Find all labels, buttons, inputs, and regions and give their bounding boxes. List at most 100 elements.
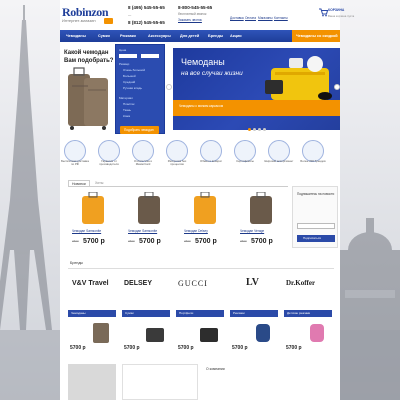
top-link-delivery[interactable]: Доставка — [230, 16, 244, 20]
filter-price-label: Цена — [119, 48, 127, 52]
subscribe-button-label: Подписаться — [303, 236, 321, 240]
size-option-carryon[interactable]: Ручная кладь — [123, 87, 142, 90]
brands-divider — [68, 268, 334, 269]
material-leather[interactable]: Кожа — [123, 115, 130, 118]
feature-brands-label: Более 200 брендов — [300, 159, 326, 163]
category-header-backpacks[interactable]: Рюкзаки — [230, 310, 278, 317]
brand-dr-koffer[interactable]: Dr.Koffer — [286, 280, 315, 287]
category-image — [310, 324, 324, 342]
product-price: 5700 р — [195, 238, 217, 245]
category-title: Сумки — [125, 311, 134, 315]
tab-hits-label: Хиты — [95, 180, 104, 185]
feature-delivery-label: Бесплатная доставка по РФ — [61, 159, 89, 167]
product-name[interactable]: Чемодан Samsonite — [128, 229, 157, 233]
banner-next-arrow[interactable] — [334, 84, 340, 90]
banner-dot-4[interactable] — [263, 128, 266, 131]
cart-widget[interactable]: КОРЗИНА Ваша корзина пуста — [318, 7, 354, 23]
feature-exchange-label: Обмен и возврат — [200, 159, 222, 163]
product-image — [250, 192, 272, 224]
callback-link[interactable]: Заказать звонок — [178, 18, 202, 22]
category-title: Портфели — [179, 311, 194, 315]
banner-dot-1[interactable] — [248, 128, 251, 131]
logo[interactable]: Robinzon — [62, 6, 109, 18]
top-link-payment[interactable]: Оплата — [245, 16, 256, 20]
banner-promo-strip[interactable]: Чемоданы с мягким каркасом — [173, 100, 340, 116]
brand-lv[interactable]: LV — [246, 278, 259, 288]
phone-moscow: 8 (495) 545-55-65 — [128, 5, 165, 10]
pick-suitcase-button[interactable]: Подобрать чемодан — [120, 126, 159, 134]
product-old-price: 7800 — [128, 239, 135, 243]
feature-payment-label: Оплата Visa и MasterCard — [133, 159, 153, 167]
product-card[interactable]: Чемодан Samsonite 7800 5700 р — [126, 186, 174, 252]
category-title: Рюкзаки — [233, 311, 245, 315]
feature-range-label: Широкий ассортимент — [264, 159, 294, 163]
logo-badge — [104, 18, 113, 24]
nav-sale-label: Чемоданы со скидкой — [296, 34, 338, 38]
price-to-input[interactable] — [141, 54, 159, 58]
nav-brands[interactable]: Бренды — [208, 34, 223, 38]
banner-prev-arrow[interactable] — [166, 84, 172, 90]
category-header-suitcases[interactable]: Чемоданы — [68, 310, 116, 317]
cart-status: Ваша корзина пуста — [328, 14, 355, 18]
category-price: 5700 р — [286, 345, 302, 351]
size-option-m[interactable]: Средний — [123, 81, 135, 84]
size-option-xl[interactable]: Очень большой — [123, 69, 145, 72]
category-price: 5700 р — [70, 345, 86, 351]
product-old-price: 7800 — [72, 239, 79, 243]
brand-vv-travel[interactable]: V&V Travel — [72, 280, 109, 287]
banner-title: Чемоданы — [181, 57, 225, 67]
nav-suitcases[interactable]: Чемоданы — [66, 34, 86, 38]
product-name[interactable]: Чемодан Delsey — [184, 229, 208, 233]
filter-material-label: Материал — [119, 96, 133, 100]
cart-icon — [319, 8, 328, 17]
subscribe-email-input[interactable] — [297, 223, 335, 229]
brand-delsey[interactable]: DELSEY — [124, 280, 152, 287]
brands-title: Бренды — [70, 261, 84, 265]
price-from-input[interactable] — [119, 54, 137, 58]
bottom-panel — [122, 364, 198, 400]
category-header-briefcases[interactable]: Портфели — [176, 310, 224, 317]
nav-sale[interactable]: Акции — [230, 34, 242, 38]
size-option-l[interactable]: Большой — [123, 75, 136, 78]
material-fabric[interactable]: Ткань — [123, 109, 131, 112]
banner-dot-3[interactable] — [258, 128, 261, 131]
feature-installment-label: Рассрочка без процентов — [167, 159, 187, 167]
category-image — [256, 324, 270, 342]
brand-gucci[interactable]: GUCCI — [178, 280, 208, 288]
product-image — [82, 192, 104, 224]
top-link-stores[interactable]: Магазины — [258, 16, 273, 20]
product-old-price: 7800 — [240, 239, 247, 243]
nav-kids[interactable]: Для детей — [180, 34, 199, 38]
category-header-kids[interactable]: Детские рюкзаки — [284, 310, 332, 317]
product-card[interactable]: Чемодан Verage 7800 5700 р — [238, 186, 286, 252]
product-price: 5700 р — [83, 238, 105, 245]
category-image — [200, 328, 218, 342]
material-plastic[interactable]: Пластик — [123, 103, 134, 106]
about-title: О компании — [206, 367, 225, 371]
nav-backpacks[interactable]: Рюкзаки — [120, 34, 136, 38]
banner-dot-2[interactable] — [253, 128, 256, 131]
category-title: Детские рюкзаки — [287, 311, 311, 315]
nav-bags[interactable]: Сумки — [98, 34, 110, 38]
category-row: Чемоданы Сумки Портфели Рюкзаки Детские … — [68, 310, 340, 356]
nav-sale-highlight[interactable]: Чемоданы со скидкой — [292, 30, 340, 42]
product-name[interactable]: Чемодан Verage — [240, 229, 264, 233]
phone-free: 8-800-545-55-65 — [178, 5, 213, 10]
product-old-price: 7800 — [184, 239, 191, 243]
top-link-contacts[interactable]: Контакты — [274, 16, 288, 20]
cart-label: КОРЗИНА — [328, 8, 345, 12]
picker-title-1: Какой чемодан — [64, 50, 109, 56]
phone-note: — — [128, 13, 132, 17]
picker-title-2: Вам подобрать? — [64, 58, 114, 64]
product-name[interactable]: Чемодан Samsonite — [72, 229, 101, 233]
product-price: 5700 р — [139, 238, 161, 245]
category-header-bags[interactable]: Сумки — [122, 310, 170, 317]
hero-banner[interactable]: Чемоданы на все случаи жизни — [173, 48, 340, 130]
subscribe-button[interactable]: Подписаться — [297, 235, 335, 242]
nav-accessories[interactable]: Аксессуары — [148, 34, 171, 38]
banner-luggage-image — [265, 56, 332, 100]
product-card[interactable]: Чемодан Samsonite 7800 5700 р — [70, 186, 118, 252]
product-card[interactable]: Чемодан Delsey 7800 5700 р — [182, 186, 230, 252]
page-container: Robinzon Интернет-магазин 8 (495) 545-55… — [60, 0, 354, 400]
feature-warranty-label: Гарантия от производителя — [99, 159, 119, 167]
